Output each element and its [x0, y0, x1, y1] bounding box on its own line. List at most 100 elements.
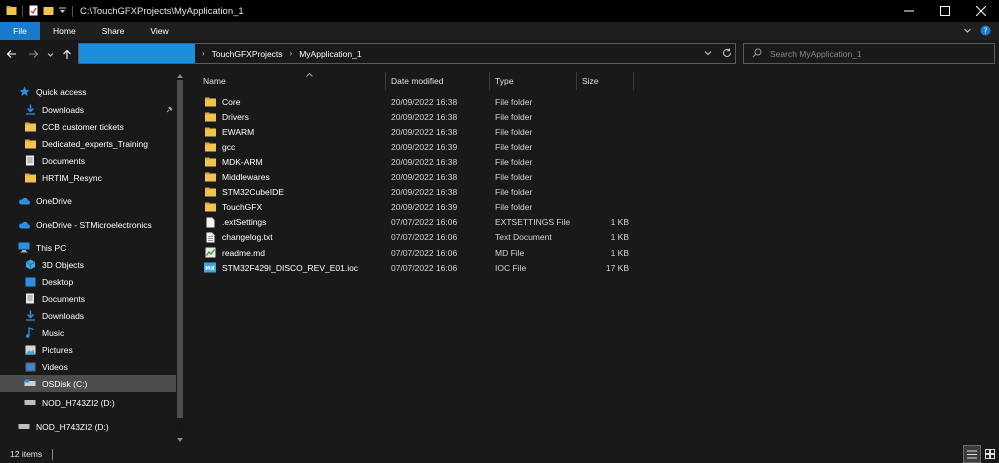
file-name-cell[interactable]: EWARM — [204, 124, 384, 139]
properties-icon[interactable] — [28, 5, 39, 18]
minimize-button[interactable] — [891, 0, 927, 22]
nav-label: 3D Objects — [42, 259, 85, 270]
help-icon[interactable]: ? — [980, 25, 991, 38]
nav-music[interactable]: Music — [24, 324, 174, 341]
tab-share[interactable]: Share — [89, 22, 138, 40]
sort-arrow-icon — [306, 69, 313, 79]
table-row[interactable]: EWARM 20/09/2022 16:38 File folder — [186, 124, 636, 139]
scroll-up-icon[interactable] — [176, 72, 184, 80]
nav-hrtim-resync[interactable]: HRTIM_Resync — [24, 169, 174, 186]
ribbon-tabs: File Home Share View ? — [0, 22, 999, 40]
file-name-cell[interactable]: gcc — [204, 139, 384, 154]
chevron-down-icon[interactable] — [704, 49, 712, 59]
table-row[interactable]: TouchGFX 20/09/2022 16:39 File folder — [186, 200, 636, 215]
file-name: TouchGFX — [222, 202, 263, 213]
nav-documents[interactable]: Documents — [24, 290, 174, 307]
file-name-cell[interactable]: Drivers — [204, 109, 384, 124]
file-type-cell: File folder — [495, 126, 533, 137]
file-name: Middlewares — [222, 172, 270, 182]
file-date-cell: 07/07/2022 16:06 — [391, 232, 458, 243]
file-type-cell: File folder — [495, 187, 533, 198]
table-row[interactable]: Core 20/09/2022 16:38 File folder — [186, 94, 636, 109]
search-input[interactable]: Search MyApplication_1 — [743, 43, 995, 64]
nav-nod-h743zi2-drive[interactable]: NOD_H743ZI2 (D:) — [18, 418, 168, 435]
column-header-label: Type — [495, 76, 514, 86]
nav-scrollbar[interactable] — [176, 72, 184, 445]
table-row[interactable]: .extSettings 07/07/2022 16:06 EXTSETTINGS … — [186, 215, 636, 230]
search-placeholder: Search MyApplication_1 — [770, 48, 862, 59]
forward-button[interactable] — [22, 42, 44, 66]
file-date-cell: 20/09/2022 16:38 — [391, 111, 458, 122]
file-name-cell[interactable]: TouchGFX — [204, 200, 384, 215]
nav-osdisk-c[interactable]: OSDisk (C:) — [0, 375, 176, 392]
nav-dedicated-experts-training[interactable]: Dedicated_experts_Training — [24, 135, 174, 152]
file-icon — [204, 216, 216, 228]
column-header-date-modified[interactable]: Date modified — [386, 72, 490, 90]
file-name-cell[interactable]: .extSettings — [204, 215, 384, 230]
file-name-cell[interactable]: Core — [204, 94, 384, 109]
table-row[interactable]: changelog.txt 07/07/2022 16:06 Text Docume… — [186, 230, 636, 245]
pin-icon[interactable] — [166, 105, 173, 115]
chevron-right-icon[interactable]: › — [202, 49, 205, 58]
nav-onedrive-stmicroelectronics[interactable]: OneDrive - STMicroelectronics — [18, 216, 176, 233]
table-row[interactable]: MDK-ARM 20/09/2022 16:38 File folder — [186, 154, 636, 169]
new-folder-icon[interactable] — [43, 5, 54, 18]
scroll-down-icon[interactable] — [176, 436, 184, 444]
nav-label: Music — [42, 327, 65, 338]
music-icon — [24, 327, 36, 339]
nav-pictures[interactable]: Pictures — [24, 341, 174, 358]
recent-locations-button[interactable] — [44, 42, 56, 66]
chevron-right-icon[interactable]: › — [290, 49, 293, 58]
file-date-cell: 20/09/2022 16:39 — [391, 141, 458, 152]
breadcrumb-item[interactable]: MyApplication_1 — [299, 49, 361, 59]
file-size-cell — [581, 185, 629, 200]
tab-home[interactable]: Home — [40, 22, 89, 40]
table-row[interactable]: STM32CubeIDE 20/09/2022 16:38 File folder — [186, 185, 636, 200]
nav-nod-h743zi2-d[interactable]: NOD_H743ZI2 (D:) — [24, 394, 174, 411]
item-count: 12 items — [10, 449, 43, 459]
file-name-cell[interactable]: Middlewares — [204, 170, 384, 185]
nav-videos[interactable]: Videos — [24, 358, 174, 375]
table-row[interactable]: MX STM32F429I_DISCO_REV_E01.ioc 07/07/2022… — [186, 260, 636, 275]
column-header-name[interactable]: Name — [198, 72, 386, 90]
back-button[interactable] — [0, 42, 22, 66]
table-row[interactable]: readme.md 07/07/2022 16:06 MD File 1 KB — [186, 245, 636, 260]
nav-ccb-customer-tickets[interactable]: CCB customer tickets — [24, 118, 174, 135]
nav-this-pc[interactable]: This PC — [18, 239, 168, 256]
file-size-cell: 17 KB — [605, 262, 629, 273]
details-view-button[interactable] — [963, 445, 981, 463]
tab-view[interactable]: View — [137, 22, 181, 40]
column-header-type[interactable]: Type — [490, 72, 577, 90]
file-name-cell[interactable]: changelog.txt — [204, 230, 384, 245]
address-bar[interactable]: › TouchGFXProjects › MyApplication_1 — [78, 43, 736, 64]
nav-label: OSDisk (C:) — [42, 378, 88, 389]
nav-downloads[interactable]: Downloads — [24, 307, 174, 324]
scrollbar-thumb[interactable] — [177, 80, 183, 418]
nav-documents-pinned[interactable]: Documents — [24, 152, 174, 169]
breadcrumb-item[interactable]: TouchGFXProjects — [212, 49, 283, 59]
refresh-icon[interactable] — [722, 48, 732, 60]
expand-ribbon-icon[interactable] — [963, 26, 972, 37]
large-icons-view-button[interactable] — [981, 445, 999, 463]
nav-3d-objects[interactable]: 3D Objects — [24, 256, 174, 273]
file-name-cell[interactable]: MX STM32F429I_DISCO_REV_E01.ioc — [204, 260, 384, 275]
up-button[interactable] — [56, 42, 78, 66]
file-name-cell[interactable]: MDK-ARM — [204, 154, 384, 169]
videos-icon — [24, 361, 36, 373]
file-name: STM32CubeIDE — [222, 187, 284, 198]
tab-file[interactable]: File — [0, 22, 40, 40]
customize-toolbar-icon[interactable] — [58, 6, 67, 17]
svg-text:?: ? — [983, 26, 987, 35]
file-name-cell[interactable]: STM32CubeIDE — [204, 185, 384, 200]
column-header-size[interactable]: Size — [577, 72, 634, 90]
table-row[interactable]: gcc 20/09/2022 16:39 File folder — [186, 139, 636, 154]
nav-desktop[interactable]: Desktop — [24, 273, 174, 290]
maximize-button[interactable] — [927, 0, 963, 22]
nav-onedrive[interactable]: OneDrive — [18, 192, 168, 209]
nav-downloads-pinned[interactable]: Downloads — [24, 101, 174, 118]
close-button[interactable] — [963, 0, 999, 22]
file-name-cell[interactable]: readme.md — [204, 245, 384, 260]
nav-quick-access[interactable]: Quick access — [18, 83, 168, 100]
table-row[interactable]: Drivers 20/09/2022 16:38 File folder — [186, 109, 636, 124]
table-row[interactable]: Middlewares 20/09/2022 16:38 File folder — [186, 170, 636, 185]
